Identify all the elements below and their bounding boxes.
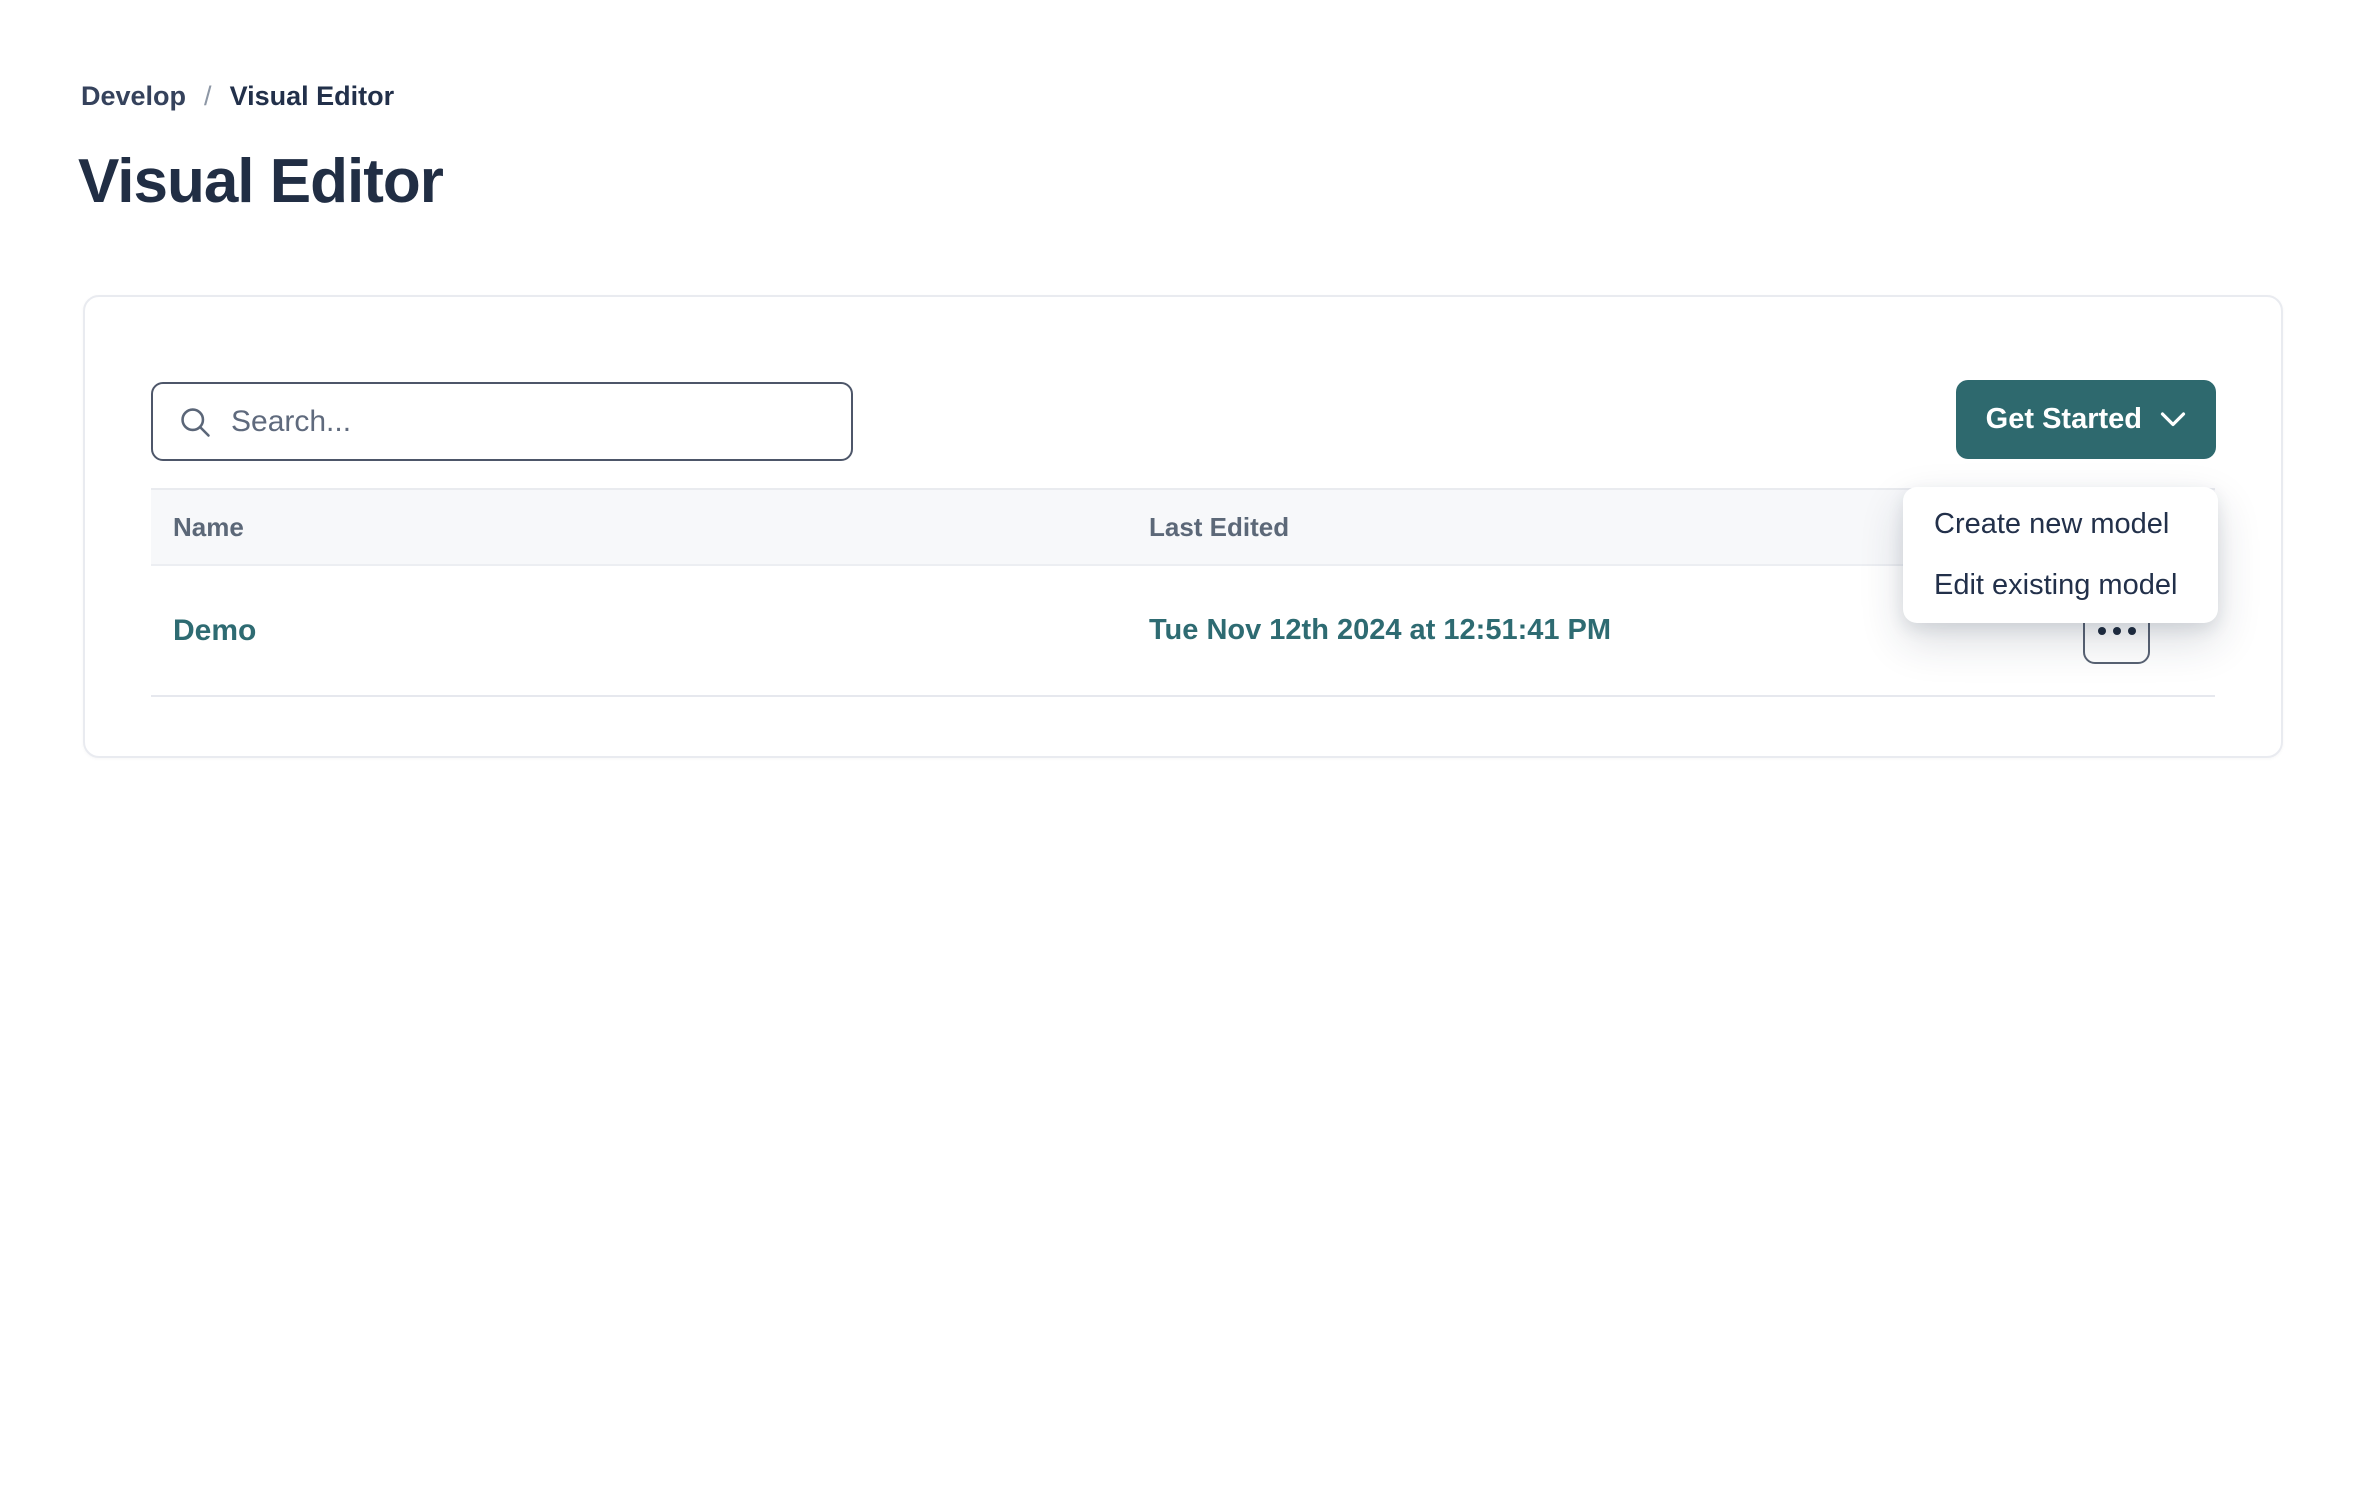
get-started-label: Get Started — [1986, 403, 2142, 436]
chevron-down-icon — [2160, 411, 2186, 428]
breadcrumb: Develop / Visual Editor — [81, 80, 394, 112]
cell-name: Demo — [151, 614, 1149, 648]
column-header-name: Name — [151, 512, 1149, 543]
model-link-demo[interactable]: Demo — [173, 614, 256, 647]
menu-item-edit-existing-model[interactable]: Edit existing model — [1903, 555, 2218, 616]
get-started-button[interactable]: Get Started — [1956, 380, 2216, 459]
ellipsis-icon — [2098, 627, 2136, 635]
breadcrumb-separator: / — [204, 80, 212, 112]
visual-editor-page: Develop / Visual Editor Visual Editor Ge… — [0, 0, 2366, 1504]
page-title: Visual Editor — [78, 146, 443, 217]
column-header-last-edited: Last Edited — [1149, 512, 1289, 543]
search-icon — [177, 404, 213, 440]
search-input[interactable] — [231, 405, 827, 439]
breadcrumb-item-visual-editor: Visual Editor — [230, 80, 395, 112]
breadcrumb-item-develop[interactable]: Develop — [81, 80, 186, 112]
menu-item-create-new-model[interactable]: Create new model — [1903, 494, 2218, 555]
get-started-menu: Create new model Edit existing model — [1903, 487, 2218, 623]
search-box — [151, 382, 853, 461]
